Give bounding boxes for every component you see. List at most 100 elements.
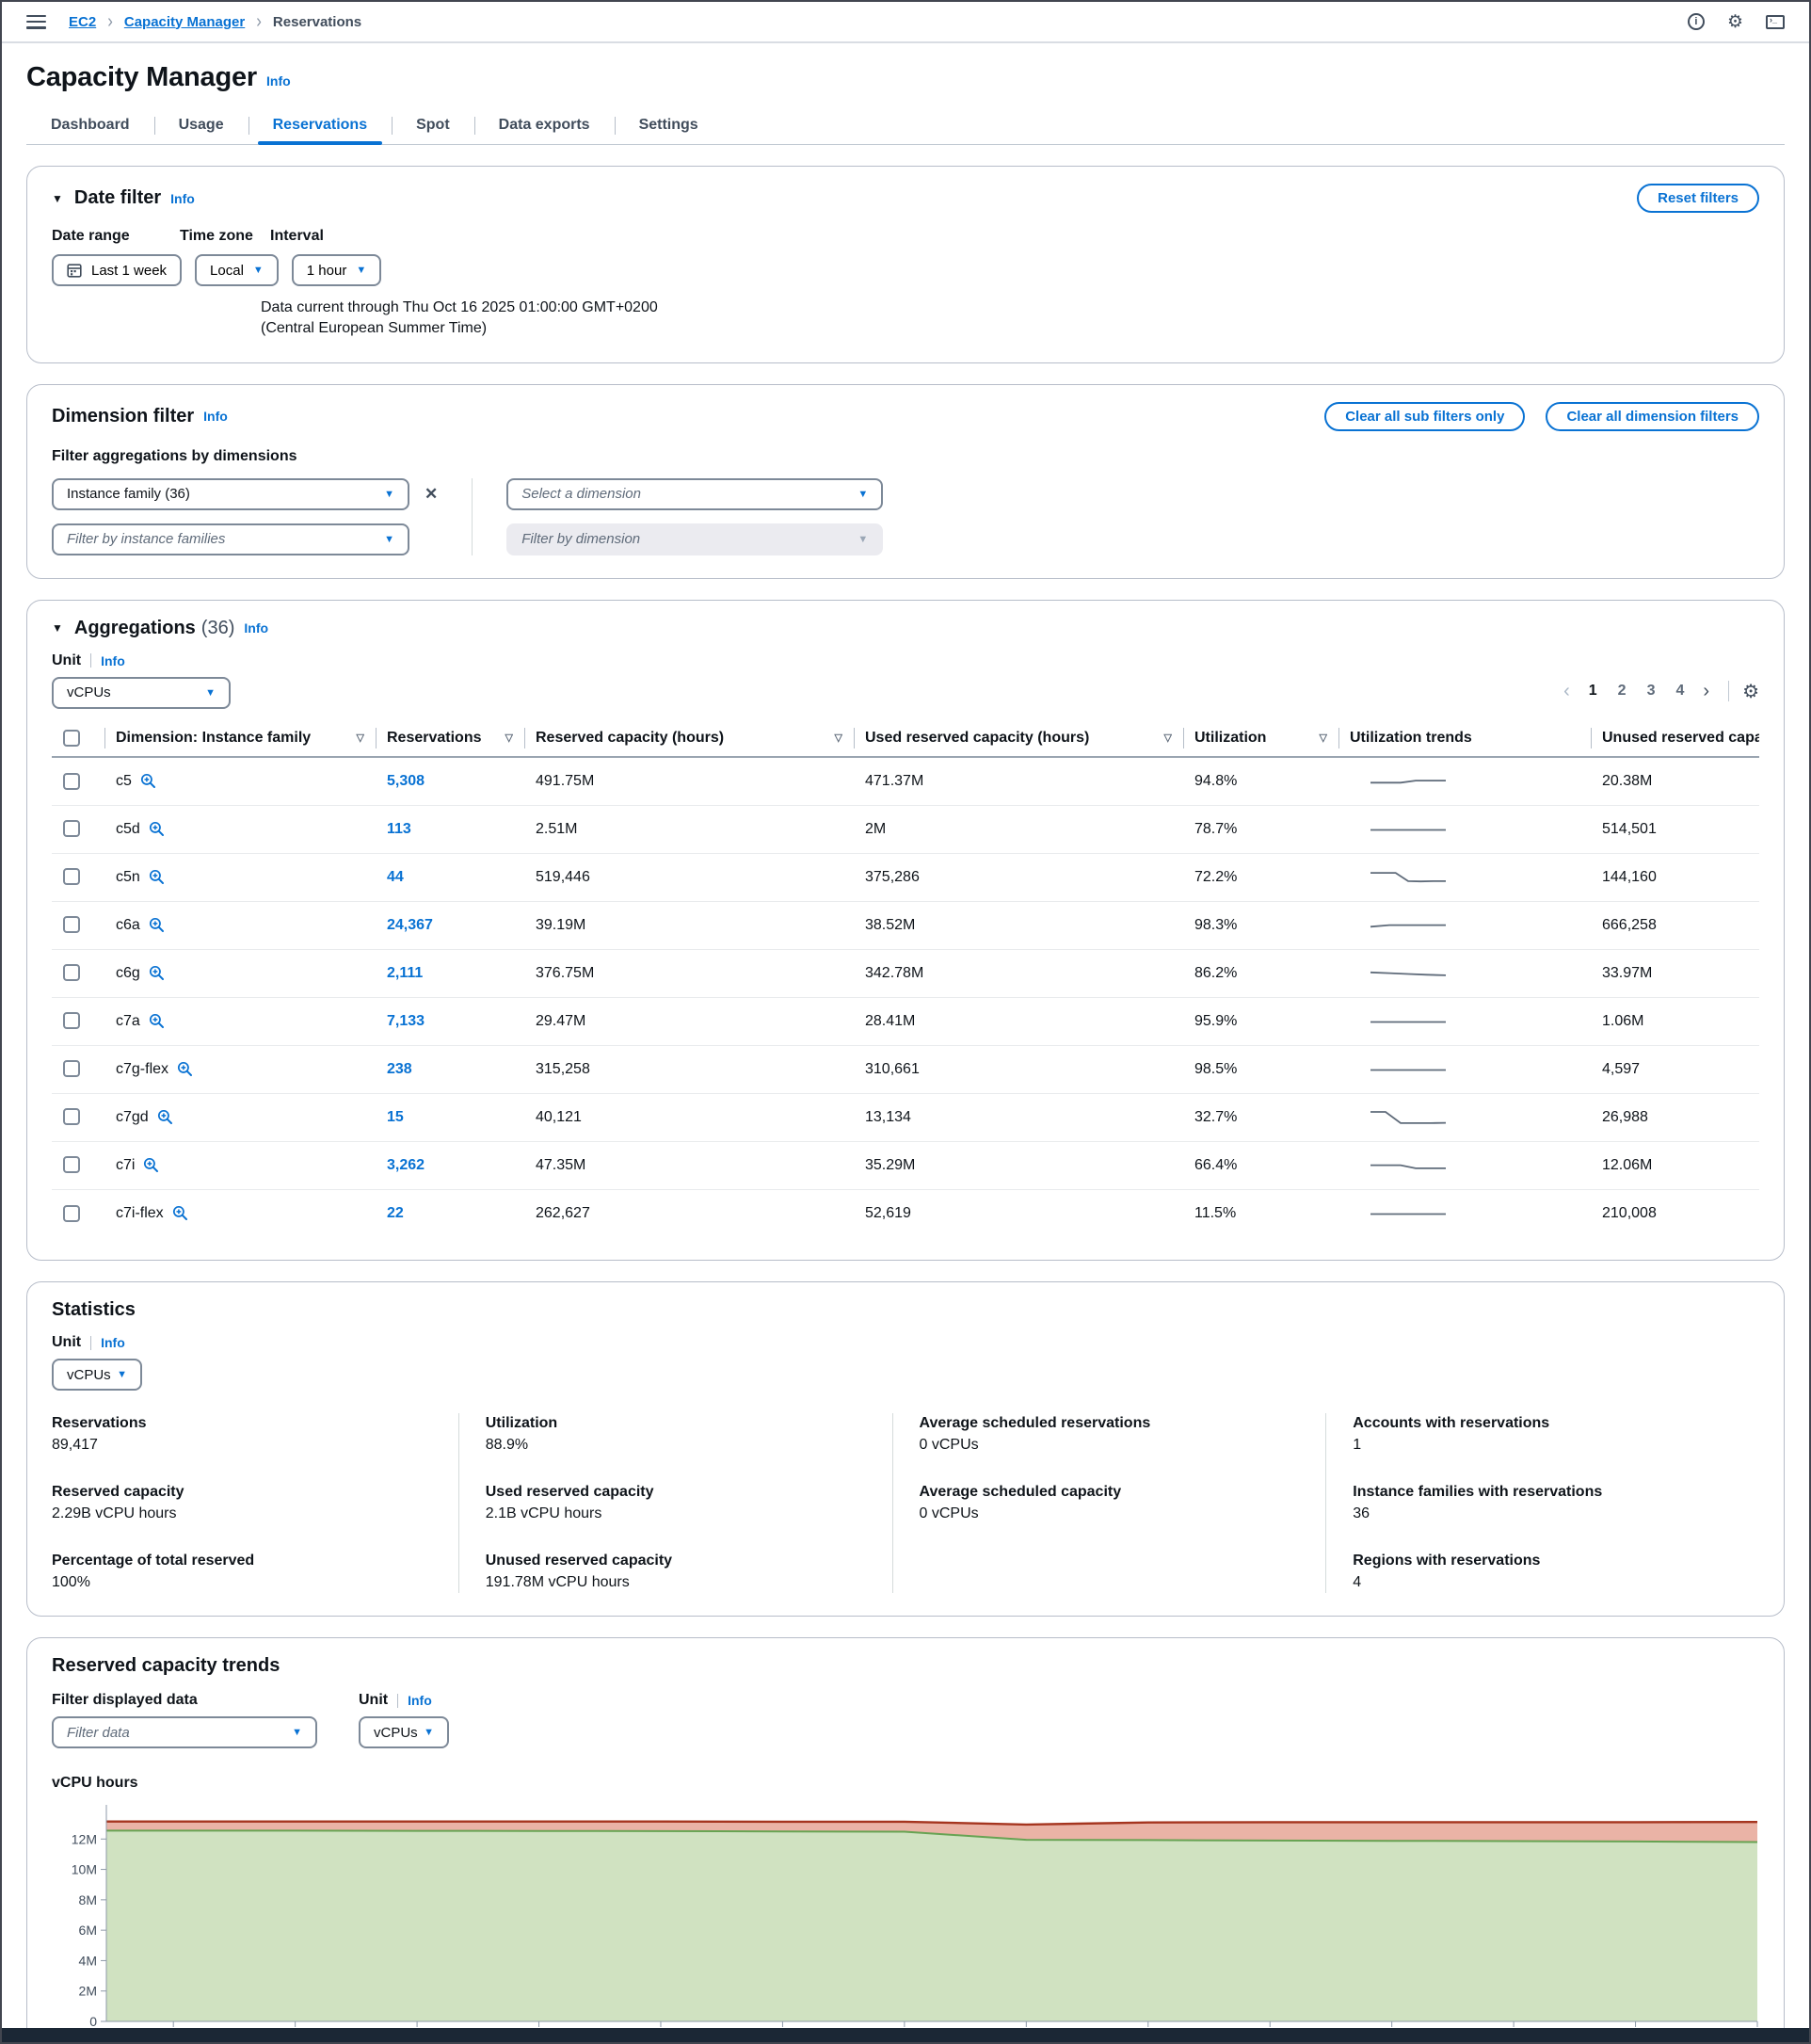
tab-dashboard[interactable]: Dashboard	[26, 106, 154, 144]
column-header-3[interactable]: Used reserved capacity (hours)▽	[854, 724, 1183, 757]
second-dimension-select[interactable]: Select a dimension ▼	[506, 478, 883, 510]
trend-unit-select[interactable]: vCPUs ▼	[359, 1716, 449, 1748]
row-checkbox[interactable]	[63, 964, 80, 981]
page-number-1[interactable]: 1	[1581, 683, 1605, 700]
row-checkbox[interactable]	[63, 1108, 80, 1125]
instance-family-filter-input[interactable]: Filter by instance families ▼	[52, 523, 409, 555]
clear-sub-filters-button[interactable]: Clear all sub filters only	[1324, 402, 1525, 431]
page-number-4[interactable]: 4	[1668, 683, 1691, 700]
statistics-unit-select[interactable]: vCPUs ▼	[52, 1359, 142, 1391]
row-checkbox[interactable]	[63, 820, 80, 837]
column-header-2[interactable]: Reserved capacity (hours)▽	[524, 724, 854, 757]
dimension-select[interactable]: Instance family (36) ▼	[52, 478, 409, 510]
aggregations-info-link[interactable]: Info	[244, 620, 268, 636]
info-icon[interactable]: i	[1688, 13, 1705, 30]
select-all-checkbox[interactable]	[63, 730, 80, 747]
cloudshell-icon[interactable]	[1766, 15, 1785, 29]
previous-page-icon[interactable]: ‹	[1558, 681, 1576, 702]
dimension-cell-inner: c5	[116, 773, 364, 790]
trends-panel: Reserved capacity trends Filter displaye…	[26, 1637, 1785, 2044]
row-checkbox[interactable]	[63, 773, 80, 790]
table-preferences-gear-icon[interactable]: ⚙	[1742, 680, 1759, 703]
reservations-link[interactable]: 2,111	[387, 965, 423, 981]
unit-info-link[interactable]: Info	[101, 653, 125, 668]
zoom-in-icon[interactable]	[149, 1013, 165, 1029]
menu-icon[interactable]	[26, 15, 46, 29]
zoom-in-icon[interactable]	[140, 773, 156, 789]
tab-usage[interactable]: Usage	[154, 106, 248, 144]
unit-info-link[interactable]: Info	[408, 1693, 432, 1708]
reservations-link[interactable]: 3,262	[387, 1157, 425, 1173]
clear-dimension-filters-button[interactable]: Clear all dimension filters	[1546, 402, 1759, 431]
dimension-cell-inner: c7g-flex	[116, 1061, 364, 1078]
reserved-capacity-cell: 519,446	[524, 853, 854, 901]
column-label: Utilization trends	[1350, 730, 1472, 747]
sort-icon[interactable]: ▽	[357, 732, 364, 744]
page-number-2[interactable]: 2	[1611, 683, 1634, 700]
date-range-button[interactable]: Last 1 week	[52, 254, 182, 286]
row-checkbox[interactable]	[63, 1012, 80, 1029]
tab-data-exports[interactable]: Data exports	[474, 106, 615, 144]
time-zone-dropdown[interactable]: Local ▼	[195, 254, 279, 286]
zoom-in-icon[interactable]	[149, 917, 165, 933]
zoom-in-icon[interactable]	[149, 869, 165, 885]
reset-filters-button[interactable]: Reset filters	[1637, 184, 1759, 213]
sort-icon[interactable]: ▽	[835, 732, 842, 744]
zoom-in-icon[interactable]	[157, 1109, 173, 1125]
row-checkbox[interactable]	[63, 916, 80, 933]
reservations-link[interactable]: 7,133	[387, 1013, 425, 1029]
reservations-link[interactable]: 238	[387, 1061, 412, 1077]
page-number-3[interactable]: 3	[1640, 683, 1663, 700]
zoom-in-icon[interactable]	[177, 1061, 193, 1077]
sort-icon[interactable]: ▽	[1164, 732, 1172, 744]
utilization-trend-cell	[1338, 1189, 1591, 1237]
unit-label: Unit	[52, 1334, 81, 1351]
column-header-1[interactable]: Reservations▽	[376, 724, 524, 757]
sort-icon[interactable]: ▽	[505, 732, 513, 744]
utilization-trend-cell	[1338, 1093, 1591, 1141]
interval-dropdown[interactable]: 1 hour ▼	[292, 254, 381, 286]
row-checkbox[interactable]	[63, 1060, 80, 1077]
sort-icon[interactable]: ▽	[1320, 732, 1327, 744]
date-filter-info-link[interactable]: Info	[170, 191, 195, 206]
zoom-in-icon[interactable]	[149, 821, 165, 837]
unit-select[interactable]: vCPUs ▼	[52, 677, 231, 709]
zoom-in-icon[interactable]	[149, 965, 165, 981]
zoom-in-icon[interactable]	[143, 1157, 159, 1173]
table-row: c7gd1540,12113,13432.7%26,988	[52, 1093, 1759, 1141]
second-dimension-filter-placeholder: Filter by dimension	[521, 531, 640, 547]
column-label: Unused reserved capacity (hours)	[1602, 730, 1759, 747]
collapse-caret-icon[interactable]: ▼	[52, 621, 63, 635]
page-info-link[interactable]: Info	[266, 73, 291, 89]
reservations-link[interactable]: 5,308	[387, 773, 425, 789]
svg-text:8M: 8M	[79, 1892, 97, 1907]
settings-gear-icon[interactable]: ⚙	[1727, 13, 1743, 31]
statistics-unit-value: vCPUs	[67, 1367, 111, 1383]
collapse-caret-icon[interactable]: ▼	[52, 192, 63, 205]
zoom-in-icon[interactable]	[172, 1205, 188, 1221]
caret-down-icon: ▼	[356, 265, 366, 276]
reservations-link[interactable]: 24,367	[387, 917, 433, 933]
reservations-link[interactable]: 22	[387, 1205, 404, 1221]
next-page-icon[interactable]: ›	[1697, 681, 1715, 702]
row-checkbox[interactable]	[63, 1205, 80, 1222]
column-header-4[interactable]: Utilization▽	[1183, 724, 1338, 757]
unit-info-link[interactable]: Info	[101, 1335, 125, 1350]
utilization-trend-cell	[1338, 853, 1591, 901]
reservations-link[interactable]: 113	[387, 821, 411, 837]
trend-filter-select[interactable]: Filter data ▼	[52, 1716, 317, 1748]
dimension-filter-info-link[interactable]: Info	[203, 409, 228, 424]
row-checkbox[interactable]	[63, 868, 80, 885]
tab-reservations[interactable]: Reservations	[248, 106, 393, 144]
table-row: c5d1132.51M2M78.7%514,501	[52, 805, 1759, 853]
tab-spot[interactable]: Spot	[392, 106, 474, 144]
reservations-link[interactable]: 15	[387, 1109, 404, 1125]
reservations-link[interactable]: 44	[387, 869, 404, 885]
breadcrumb-link-capacity-manager[interactable]: Capacity Manager	[124, 14, 245, 30]
row-checkbox[interactable]	[63, 1156, 80, 1173]
remove-dimension-icon[interactable]: ✕	[425, 485, 438, 504]
tab-settings[interactable]: Settings	[615, 106, 723, 144]
interval-label: Interval	[270, 228, 324, 245]
column-header-0[interactable]: Dimension: Instance family▽	[104, 724, 376, 757]
breadcrumb-link-ec2[interactable]: EC2	[69, 14, 96, 30]
